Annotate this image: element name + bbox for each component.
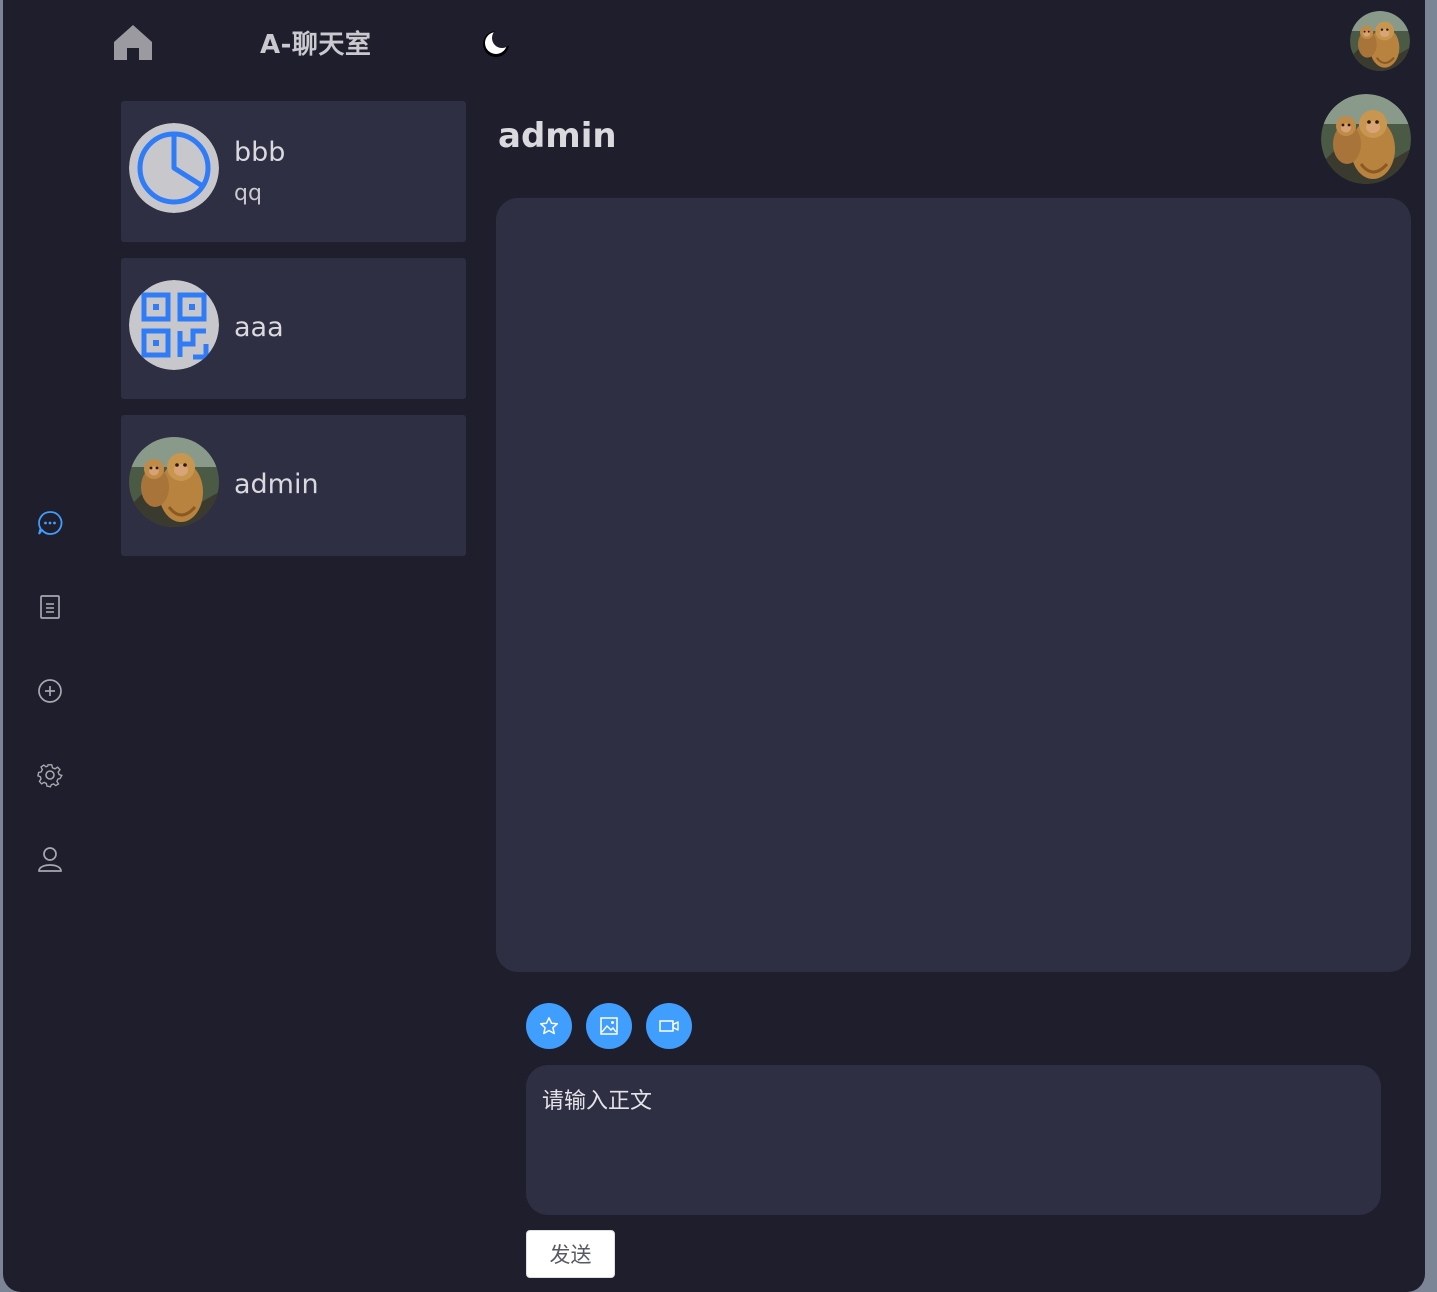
nav-documents[interactable] bbox=[35, 592, 65, 622]
qr-code-icon bbox=[129, 280, 219, 370]
add-circle-icon bbox=[38, 679, 62, 703]
nav-add[interactable] bbox=[35, 676, 65, 706]
contact-name: admin bbox=[234, 469, 319, 500]
side-nav bbox=[3, 0, 103, 1292]
emoji-button[interactable] bbox=[526, 1003, 572, 1049]
gear-icon bbox=[37, 764, 63, 788]
message-input[interactable] bbox=[526, 1065, 1381, 1215]
contact-item[interactable]: bbb qq bbox=[121, 101, 466, 242]
nav-profile[interactable] bbox=[35, 844, 65, 874]
message-area[interactable] bbox=[496, 198, 1411, 972]
user-avatar[interactable] bbox=[1350, 11, 1410, 71]
user-icon bbox=[38, 847, 62, 872]
nav-chat[interactable] bbox=[35, 508, 65, 538]
contact-avatar bbox=[129, 123, 219, 213]
contact-name: aaa bbox=[234, 312, 284, 343]
contact-item[interactable]: aaa bbox=[121, 258, 466, 399]
home-icon[interactable] bbox=[111, 22, 155, 62]
send-button[interactable]: 发送 bbox=[526, 1230, 615, 1278]
chat-partner-avatar bbox=[1321, 94, 1411, 184]
contact-name: bbb bbox=[234, 137, 286, 168]
moon-icon[interactable] bbox=[477, 24, 515, 62]
nav-settings[interactable] bbox=[35, 760, 65, 790]
app-window: A-聊天室 bbb qq aaa admin admin 请输入正文 发送 bbox=[3, 0, 1425, 1292]
contact-item[interactable]: admin bbox=[121, 415, 466, 556]
chat-title: admin bbox=[498, 116, 617, 156]
video-camera-icon bbox=[659, 1020, 679, 1032]
contact-avatar bbox=[129, 280, 219, 370]
top-bar: A-聊天室 bbox=[3, 0, 1425, 84]
monkey-photo-avatar bbox=[129, 437, 219, 527]
document-icon bbox=[40, 595, 60, 619]
contact-last-message: qq bbox=[234, 181, 262, 206]
app-title: A-聊天室 bbox=[260, 30, 372, 60]
image-button[interactable] bbox=[586, 1003, 632, 1049]
star-icon bbox=[539, 1017, 559, 1035]
video-button[interactable] bbox=[646, 1003, 692, 1049]
image-icon bbox=[600, 1017, 618, 1035]
pie-chart-icon bbox=[129, 123, 219, 213]
contact-avatar bbox=[129, 437, 219, 527]
chat-bubble-icon bbox=[38, 511, 63, 535]
